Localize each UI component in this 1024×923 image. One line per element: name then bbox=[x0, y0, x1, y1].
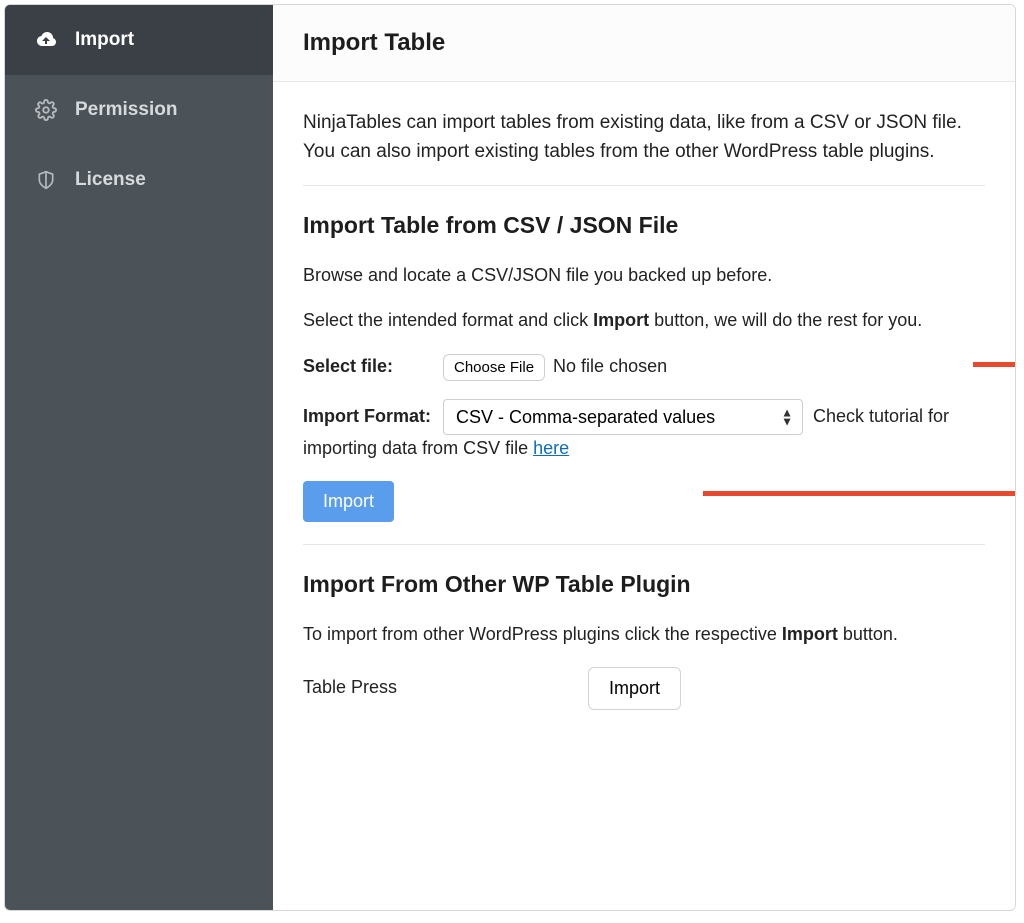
main: Import Table NinjaTables can import tabl… bbox=[273, 5, 1015, 910]
divider bbox=[303, 185, 985, 186]
select-file-row: Select file: Choose File No file chosen … bbox=[303, 353, 985, 381]
tutorial-text-inline: Check tutorial for importing data from C… bbox=[813, 403, 985, 431]
section-heading-csv: Import Table from CSV / JSON File bbox=[303, 208, 985, 244]
plugin-name: Table Press bbox=[303, 674, 588, 702]
content: NinjaTables can import tables from exist… bbox=[273, 82, 1015, 736]
gear-icon bbox=[33, 97, 59, 123]
sidebar: Import Permission License bbox=[5, 5, 273, 910]
import-format-label: Import Format: bbox=[303, 403, 443, 431]
import-format-row: Import Format: CSV - Comma-separated val… bbox=[303, 399, 985, 435]
page-header: Import Table bbox=[273, 5, 1015, 82]
sidebar-item-label: Import bbox=[75, 29, 134, 51]
intro-text: NinjaTables can import tables from exist… bbox=[303, 108, 985, 167]
no-file-chosen-text: No file chosen bbox=[553, 353, 667, 381]
instruction-line-2: Select the intended format and click Imp… bbox=[303, 307, 985, 335]
page-title: Import Table bbox=[303, 29, 985, 57]
annotation-arrow bbox=[703, 487, 1016, 499]
annotation-arrow bbox=[973, 358, 1016, 370]
divider bbox=[303, 544, 985, 545]
choose-file-button[interactable]: Choose File bbox=[443, 354, 545, 381]
shield-icon bbox=[33, 167, 59, 193]
sidebar-item-license[interactable]: License bbox=[5, 145, 273, 215]
instruction-line-1: Browse and locate a CSV/JSON file you ba… bbox=[303, 262, 985, 290]
plugin-row: Table Press Import bbox=[303, 667, 985, 710]
format-select-wrap: CSV - Comma-separated values ▲▼ bbox=[443, 399, 803, 435]
other-plugin-instruction: To import from other WordPress plugins c… bbox=[303, 621, 985, 649]
tutorial-line: importing data from CSV file here bbox=[303, 435, 985, 463]
cloud-upload-icon bbox=[33, 27, 59, 53]
import-format-select[interactable]: CSV - Comma-separated values bbox=[443, 399, 803, 435]
tutorial-link[interactable]: here bbox=[533, 438, 569, 458]
section-heading-other: Import From Other WP Table Plugin bbox=[303, 567, 985, 603]
sidebar-item-import[interactable]: Import bbox=[5, 5, 273, 75]
sidebar-item-label: Permission bbox=[75, 99, 177, 121]
import-button[interactable]: Import bbox=[303, 481, 394, 522]
sidebar-item-label: License bbox=[75, 169, 146, 191]
select-file-label: Select file: bbox=[303, 353, 443, 381]
sidebar-item-permission[interactable]: Permission bbox=[5, 75, 273, 145]
plugin-import-button[interactable]: Import bbox=[588, 667, 681, 710]
import-button-row: Import 3 bbox=[303, 481, 985, 522]
